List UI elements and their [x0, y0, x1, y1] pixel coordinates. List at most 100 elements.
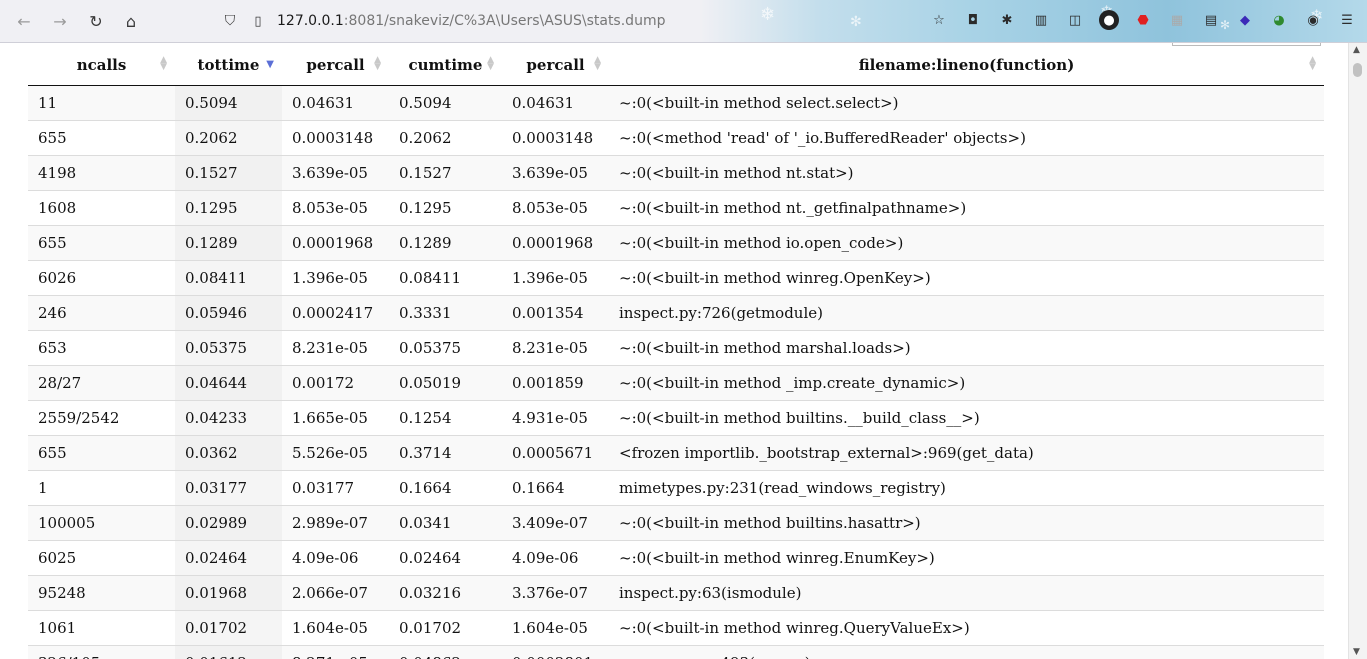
column-header-tottime[interactable]: tottime ▼ — [175, 45, 282, 86]
table-row[interactable]: 95248 0.01968 2.066e-07 0.03216 3.376e-07 ins… — [28, 575, 1324, 611]
table-cell: 0.0001968 — [282, 225, 389, 261]
column-header-function[interactable]: filename:lineno(function) ▲ ▼ — [609, 45, 1324, 86]
table-cell: 8.053e-05 — [502, 190, 609, 226]
scroll-up-icon[interactable]: ▲ — [1353, 45, 1360, 55]
table-row[interactable]: 4198 0.1527 3.639e-05 0.1527 3.639e-05 ~:0(<b… — [28, 155, 1324, 191]
table-cell: 0.04862 — [389, 645, 502, 659]
table-cell: ~:0(<built-in method io.open_code>) — [609, 225, 1324, 261]
table-cell: inspect.py:726(getmodule) — [609, 295, 1324, 331]
table-row[interactable]: 28/27 0.04644 0.00172 0.05019 0.001859 ~:0(<b… — [28, 365, 1324, 401]
table-cell: 0.3714 — [389, 435, 502, 471]
column-header-cumtime[interactable]: cumtime ▲ ▼ — [389, 45, 502, 86]
table-row[interactable]: 1 0.03177 0.03177 0.1664 0.1664 mimetypes.py:… — [28, 470, 1324, 506]
sort-icon: ▲ ▼ — [594, 55, 601, 72]
table-row[interactable]: 655 0.2062 0.0003148 0.2062 0.0003148 ~:0(<me… — [28, 120, 1324, 156]
grid-icon[interactable]: ▦ — [1167, 10, 1187, 30]
table-cell: 0.001354 — [502, 295, 609, 331]
scroll-down-icon[interactable]: ▼ — [1353, 647, 1360, 657]
table-row[interactable]: 100005 0.02989 2.989e-07 0.0341 3.409e-07 ~:0… — [28, 505, 1324, 541]
table-cell: 0.1527 — [389, 155, 502, 191]
table-cell: 0.05946 — [175, 295, 282, 331]
sort-icon: ▲ ▼ — [160, 55, 167, 72]
table-cell: 0.01612 — [175, 645, 282, 659]
table-cell: 0.0341 — [389, 505, 502, 541]
table-cell: 0.001859 — [502, 365, 609, 401]
table-cell: 4.09e-06 — [282, 540, 389, 576]
table-cell: 0.08411 — [389, 260, 502, 296]
table-cell: 0.1295 — [175, 190, 282, 226]
table-cell: 0.0005671 — [502, 435, 609, 471]
table-cell: sre_parse.py:493(_parse) — [609, 645, 1324, 659]
back-icon[interactable]: ← — [14, 11, 34, 31]
bookmark-star-icon[interactable]: ☆ — [929, 10, 949, 30]
menu-icon[interactable]: ☰ — [1337, 10, 1357, 30]
sidebar-icon[interactable]: ◫ — [1065, 10, 1085, 30]
table-cell: 0.05375 — [175, 330, 282, 366]
table-cell: 655 — [28, 435, 175, 471]
table-cell: 0.0002801 — [502, 645, 609, 659]
table-cell: 95248 — [28, 575, 175, 611]
table-cell: ~:0(<built-in method builtins.hasattr>) — [609, 505, 1324, 541]
account-icon[interactable]: ● — [1099, 10, 1119, 30]
table-header-row: ncalls ▲ ▼ tottime ▼ percall ▲ ▼ cumtime ▲ ▼ pe… — [28, 45, 1324, 86]
table-cell: 1.396e-05 — [282, 260, 389, 296]
column-header-ncalls[interactable]: ncalls ▲ ▼ — [28, 45, 175, 86]
table-cell: 0.1295 — [389, 190, 502, 226]
table-cell: 0.04644 — [175, 365, 282, 401]
table-row[interactable]: 653 0.05375 8.231e-05 0.05375 8.231e-05 ~:0(<… — [28, 330, 1324, 366]
screenshot-icon[interactable]: ◉ — [1303, 10, 1323, 30]
table-cell: 4.09e-06 — [502, 540, 609, 576]
table-cell: 1.665e-05 — [282, 400, 389, 436]
shield-icon[interactable]: ⛉ — [220, 11, 240, 31]
table-cell: 3.376e-07 — [502, 575, 609, 611]
table-cell: 655 — [28, 225, 175, 261]
table-row[interactable]: 2559/2542 0.04233 1.665e-05 0.1254 4.931e-05… — [28, 400, 1324, 436]
table-cell: 2559/2542 — [28, 400, 175, 436]
container-icon[interactable]: ▤ — [1201, 10, 1221, 30]
table-cell: 0.1254 — [389, 400, 502, 436]
table-cell: 0.2062 — [389, 120, 502, 156]
table-cell: 0.08411 — [175, 260, 282, 296]
translate-icon[interactable]: ◕ — [1269, 10, 1289, 30]
table-cell: inspect.py:63(ismodule) — [609, 575, 1324, 611]
home-icon[interactable]: ⌂ — [121, 11, 141, 31]
table-row[interactable]: 1061 0.01702 1.604e-05 0.01702 1.604e-05 ~:0(… — [28, 610, 1324, 646]
blocker-icon[interactable]: ⬣ — [1133, 10, 1153, 30]
sort-icon: ▲ ▼ — [1309, 55, 1316, 72]
table-cell: 100005 — [28, 505, 175, 541]
table-row[interactable]: 1608 0.1295 8.053e-05 0.1295 8.053e-05 ~:0(<b… — [28, 190, 1324, 226]
table-cell: 0.02464 — [389, 540, 502, 576]
table-cell: 0.05019 — [389, 365, 502, 401]
vertical-scrollbar[interactable]: ▲ ▼ — [1348, 43, 1367, 659]
table-cell: 8.231e-05 — [502, 330, 609, 366]
table-cell: 0.01702 — [389, 610, 502, 646]
column-header-percall-cum[interactable]: percall ▲ ▼ — [502, 45, 609, 86]
address-bar[interactable]: 127.0.0.1:8081/snakeviz/C%3A\Users\ASUS\… — [277, 6, 747, 36]
table-row[interactable]: 326/1050.016128.271e-050.048620.0002801s… — [28, 645, 1324, 659]
table-row[interactable]: 6025 0.02464 4.09e-06 0.02464 4.09e-06 ~:0(<b… — [28, 540, 1324, 576]
reload-icon[interactable]: ↻ — [86, 11, 106, 31]
table-cell: 326/105 — [28, 645, 175, 659]
url-path: :8081/snakeviz/C%3A\Users\ASUS\stats.dum… — [343, 13, 666, 29]
table-row[interactable]: 655 0.0362 5.526e-05 0.3714 0.0005671 <frozen… — [28, 435, 1324, 471]
extension-icon[interactable]: ✱ — [997, 10, 1017, 30]
table-cell: 8.271e-05 — [282, 645, 389, 659]
page-info-icon[interactable]: ▯ — [248, 11, 268, 31]
scrollbar-thumb[interactable] — [1353, 63, 1362, 77]
table-cell: ~:0(<built-in method select.select>) — [609, 85, 1324, 121]
table-cell: 0.0001968 — [502, 225, 609, 261]
table-row[interactable]: 246 0.05946 0.0002417 0.3331 0.001354 inspect… — [28, 295, 1324, 331]
table-cell: ~:0(<built-in method winreg.QueryValueEx… — [609, 610, 1324, 646]
forward-icon[interactable]: → — [50, 11, 70, 31]
vpn-icon[interactable]: ◆ — [1235, 10, 1255, 30]
table-cell: mimetypes.py:231(read_windows_registry) — [609, 470, 1324, 506]
pocket-icon[interactable]: ◘ — [963, 10, 983, 30]
table-cell: 1.396e-05 — [502, 260, 609, 296]
table-row[interactable]: 11 0.5094 0.04631 0.5094 0.04631 ~:0(<built-i… — [28, 85, 1324, 121]
column-header-percall[interactable]: percall ▲ ▼ — [282, 45, 389, 86]
table-row[interactable]: 6026 0.08411 1.396e-05 0.08411 1.396e-05 ~:0(… — [28, 260, 1324, 296]
table-row[interactable]: 655 0.1289 0.0001968 0.1289 0.0001968 ~:0(<bu… — [28, 225, 1324, 261]
table-cell: 3.639e-05 — [282, 155, 389, 191]
table-cell: ~:0(<built-in method nt._getfinalpathnam… — [609, 190, 1324, 226]
library-icon[interactable]: ▥ — [1031, 10, 1051, 30]
